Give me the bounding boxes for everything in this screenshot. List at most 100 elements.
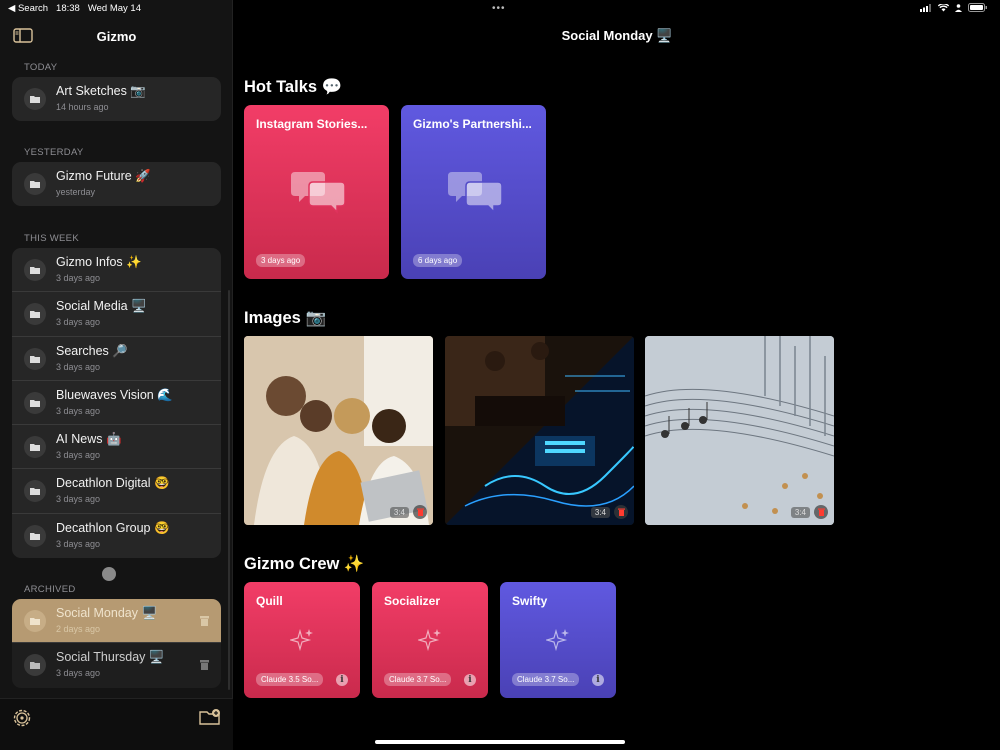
talk-card[interactable]: Instagram Stories... 3 days ago bbox=[244, 105, 389, 279]
sidebar-scrollbar[interactable] bbox=[228, 290, 230, 690]
item-subtitle: 3 days ago bbox=[56, 405, 101, 416]
circuit-music-photo bbox=[645, 336, 834, 525]
status-bar-left: ◀ Search 18:38 Wed May 14 bbox=[8, 3, 141, 14]
talk-age-badge: 3 days ago bbox=[256, 254, 306, 267]
group-this-week: Gizmo Infos ✨ 3 days ago Social Media 🖥️… bbox=[12, 248, 221, 559]
group-yesterday: Gizmo Future 🚀 yesterday bbox=[12, 162, 221, 207]
image-meta: 3:4 bbox=[790, 505, 828, 519]
person-icon bbox=[955, 3, 962, 12]
item-subtitle: 3 days ago bbox=[56, 538, 101, 549]
folder-icon bbox=[24, 173, 46, 195]
hot-talks-heading: Hot Talks 💬 bbox=[244, 78, 343, 96]
archive-box-icon[interactable] bbox=[200, 660, 209, 671]
crew-name: Swifty bbox=[512, 594, 548, 608]
home-indicator[interactable] bbox=[375, 740, 625, 744]
status-date: Wed May 14 bbox=[87, 3, 141, 14]
studio-soundwave-photo bbox=[445, 336, 634, 525]
section-label-today: TODAY bbox=[24, 62, 58, 73]
image-thumbnail[interactable]: 3:4 bbox=[645, 336, 834, 525]
item-subtitle: 14 hours ago bbox=[56, 102, 109, 112]
sidebar-title: Gizmo bbox=[96, 29, 137, 44]
image-thumbnail[interactable]: 3:4 bbox=[445, 336, 634, 525]
talk-title: Gizmo's Partnershi... bbox=[413, 117, 532, 131]
section-label-archived: ARCHIVED bbox=[24, 584, 76, 595]
multitasking-dots[interactable]: ••• bbox=[492, 3, 506, 14]
delete-icon[interactable] bbox=[614, 505, 628, 519]
status-bar-right bbox=[920, 3, 988, 12]
gizmo-crew-heading: Gizmo Crew ✨ bbox=[244, 555, 365, 573]
info-icon[interactable]: i bbox=[464, 674, 476, 686]
group-today: Art Sketches 📷 14 hours ago bbox=[12, 77, 221, 122]
folder-icon bbox=[24, 391, 46, 414]
delete-icon[interactable] bbox=[413, 505, 427, 519]
crew-card[interactable]: Socializer Claude 3.7 So... i bbox=[372, 582, 488, 698]
chat-bubbles-icon bbox=[448, 172, 502, 214]
list-item-selected[interactable]: Social Monday 🖥️ 2 days ago bbox=[12, 599, 221, 644]
crew-name: Quill bbox=[256, 594, 283, 608]
item-title: Searches 🔎 bbox=[56, 343, 128, 358]
main-panel: Social Monday 🖥️ Hot Talks 💬 Instagram S… bbox=[234, 0, 1000, 750]
image-meta: 3:4 bbox=[590, 505, 628, 519]
sidebar: Gizmo TODAY Art Sketches 📷 14 hours ago … bbox=[0, 0, 233, 750]
wifi-icon bbox=[938, 3, 949, 11]
talk-card[interactable]: Gizmo's Partnershi... 6 days ago bbox=[401, 105, 546, 279]
archive-box-icon[interactable] bbox=[200, 616, 209, 626]
talk-age-badge: 6 days ago bbox=[413, 254, 463, 267]
conversation-list[interactable]: TODAY Art Sketches 📷 14 hours ago YESTER… bbox=[0, 54, 233, 690]
list-item[interactable]: Social Media 🖥️ 3 days ago bbox=[12, 292, 221, 337]
page-title: Social Monday 🖥️ bbox=[561, 28, 673, 43]
item-title: AI News 🤖 bbox=[56, 432, 122, 447]
item-title: Social Media 🖥️ bbox=[56, 299, 147, 314]
sidebar-footer bbox=[0, 698, 233, 750]
item-title: Gizmo Future 🚀 bbox=[56, 169, 151, 183]
info-icon[interactable]: i bbox=[592, 674, 604, 686]
folder-icon bbox=[24, 480, 46, 503]
list-item[interactable]: Decathlon Group 🤓 3 days ago bbox=[12, 514, 221, 558]
item-title: Decathlon Group 🤓 bbox=[56, 520, 170, 535]
folder-icon bbox=[24, 610, 46, 632]
info-icon[interactable]: i bbox=[336, 674, 348, 686]
folder-icon bbox=[24, 347, 46, 370]
section-label-this-week: THIS WEEK bbox=[24, 233, 79, 244]
image-thumbnail[interactable]: 3:4 bbox=[244, 336, 433, 525]
item-subtitle: 2 days ago bbox=[56, 624, 101, 634]
item-subtitle: 3 days ago bbox=[56, 361, 101, 372]
folder-icon bbox=[24, 259, 46, 281]
item-subtitle: 3 days ago bbox=[56, 668, 101, 679]
folder-icon bbox=[24, 654, 46, 677]
folder-icon bbox=[24, 524, 46, 547]
list-item[interactable]: Decathlon Digital 🤓 3 days ago bbox=[12, 469, 221, 514]
item-subtitle: 3 days ago bbox=[56, 450, 101, 461]
list-item[interactable]: AI News 🤖 3 days ago bbox=[12, 425, 221, 470]
new-folder-icon[interactable] bbox=[199, 708, 221, 726]
crew-card[interactable]: Swifty Claude 3.7 So... i bbox=[500, 582, 616, 698]
list-item[interactable]: Searches 🔎 3 days ago bbox=[12, 337, 221, 381]
item-title: Bluewaves Vision 🌊 bbox=[56, 387, 173, 402]
aspect-ratio-label: 3:4 bbox=[389, 506, 409, 518]
group-archived: Social Monday 🖥️ 2 days ago Social Thurs… bbox=[12, 599, 221, 688]
sparkles-icon bbox=[290, 628, 313, 652]
battery-icon bbox=[968, 3, 987, 12]
back-to-search-link[interactable]: ◀ Search bbox=[8, 3, 48, 14]
item-title: Art Sketches 📷 bbox=[56, 84, 146, 98]
list-item[interactable]: Bluewaves Vision 🌊 3 days ago bbox=[12, 381, 221, 426]
item-subtitle: 3 days ago bbox=[56, 494, 101, 505]
list-item[interactable]: Gizmo Infos ✨ 3 days ago bbox=[12, 248, 221, 293]
model-badge: Claude 3.7 So... bbox=[512, 673, 580, 686]
item-title: Social Thursday 🖥️ bbox=[56, 650, 165, 665]
list-item[interactable]: Gizmo Future 🚀 yesterday bbox=[12, 162, 221, 206]
item-title: Social Monday 🖥️ bbox=[56, 606, 158, 620]
delete-icon[interactable] bbox=[814, 505, 828, 519]
list-item[interactable]: Social Thursday 🖥️ 3 days ago bbox=[12, 643, 221, 687]
status-time: 18:38 bbox=[56, 3, 80, 14]
folder-icon bbox=[24, 88, 46, 110]
model-badge: Claude 3.7 So... bbox=[384, 673, 452, 686]
item-subtitle: 3 days ago bbox=[56, 273, 101, 283]
item-title: Gizmo Infos ✨ bbox=[56, 255, 142, 269]
crew-card[interactable]: Quill Claude 3.5 So... i bbox=[244, 582, 360, 698]
drag-handle[interactable] bbox=[102, 567, 116, 581]
gear-icon[interactable] bbox=[12, 708, 32, 728]
images-heading: Images 📷 bbox=[244, 309, 326, 327]
item-subtitle: 3 days ago bbox=[56, 317, 101, 328]
list-item[interactable]: Art Sketches 📷 14 hours ago bbox=[12, 77, 221, 121]
